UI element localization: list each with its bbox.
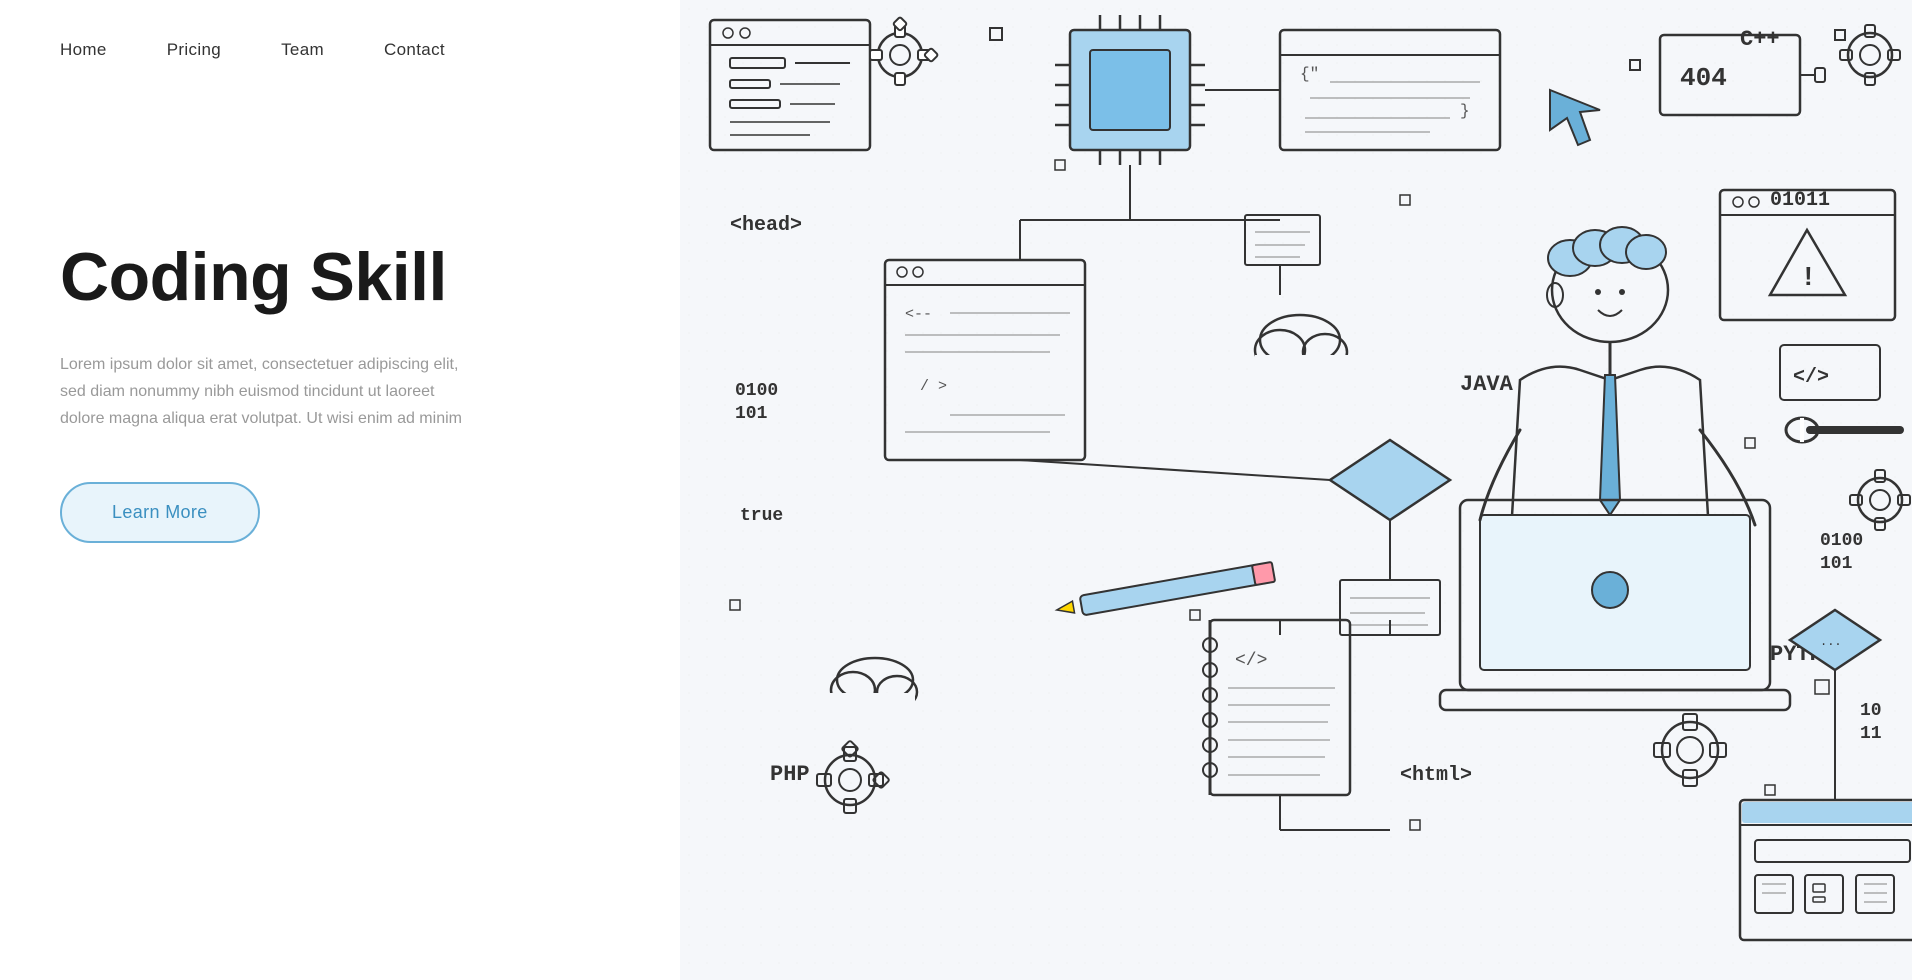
svg-text:PHP: PHP [770, 762, 810, 787]
svg-text:{": {" [1300, 65, 1319, 83]
hero-description: Lorem ipsum dolor sit amet, consectetuer… [60, 351, 480, 433]
nav-pricing[interactable]: Pricing [167, 40, 221, 60]
page-title: Coding Skill [60, 240, 620, 315]
svg-text:!: ! [1804, 261, 1813, 291]
svg-text:true: true [740, 506, 783, 526]
nav-contact[interactable]: Contact [384, 40, 445, 60]
svg-text:0100: 0100 [735, 381, 778, 401]
svg-text:01011: 01011 [1770, 189, 1830, 212]
svg-text:11: 11 [1860, 724, 1882, 744]
svg-text:101: 101 [1820, 554, 1853, 574]
navigation: Home Pricing Team Contact [0, 0, 620, 60]
hero-content: Coding Skill Lorem ipsum dolor sit amet,… [60, 240, 620, 543]
svg-text:<--: <-- [905, 306, 932, 323]
svg-text:JAVA: JAVA [1460, 372, 1514, 397]
svg-text:C++: C++ [1740, 27, 1780, 52]
svg-text:0100: 0100 [1820, 531, 1863, 551]
nav-home[interactable]: Home [60, 40, 107, 60]
right-panel: {" } 404 C++ <head> [680, 0, 1912, 980]
svg-text:/ >: / > [920, 378, 947, 395]
svg-text:<html>: <html> [1400, 764, 1472, 787]
learn-more-button[interactable]: Learn More [60, 482, 260, 543]
coding-illustration: {" } 404 C++ <head> [680, 0, 1912, 980]
left-panel: Home Pricing Team Contact Coding Skill L… [0, 0, 680, 980]
nav-team[interactable]: Team [281, 40, 324, 60]
svg-text:}: } [1460, 102, 1470, 120]
svg-text:</>: </> [1793, 366, 1829, 389]
svg-text:404: 404 [1680, 63, 1727, 93]
svg-text:<head>: <head> [730, 214, 802, 237]
svg-text:...: ... [1820, 635, 1842, 649]
svg-text:101: 101 [735, 404, 768, 424]
svg-text:10: 10 [1860, 701, 1882, 721]
svg-text:</>: </> [1235, 651, 1267, 671]
